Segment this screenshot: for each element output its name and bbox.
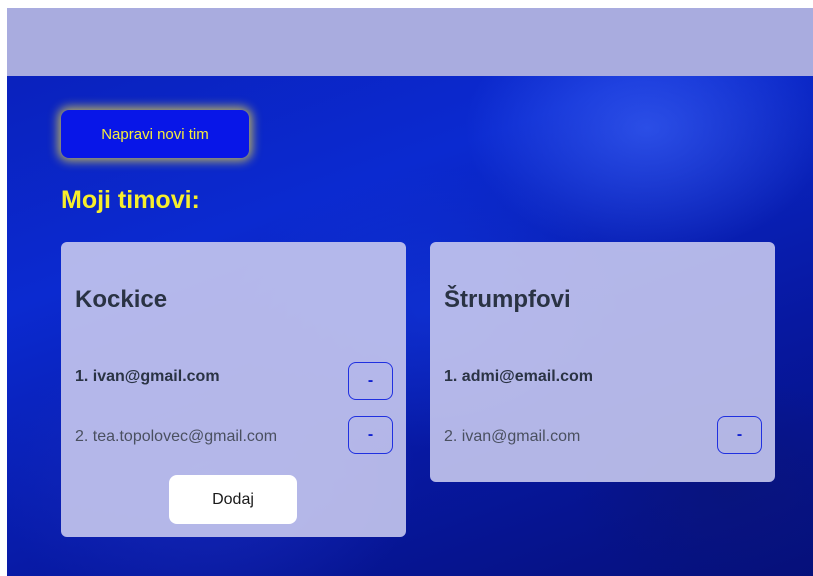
- team-card-strumpfovi: Štrumpfovi 1. admi@email.com 2. ivan@gma…: [430, 242, 775, 482]
- add-member-button[interactable]: Dodaj: [169, 475, 297, 524]
- top-navbar: [7, 8, 813, 76]
- my-teams-heading: Moji timovi:: [61, 186, 200, 214]
- create-new-team-button[interactable]: Napravi novi tim: [61, 110, 249, 158]
- team-card-kockice: Kockice 1. ivan@gmail.com - 2. tea.topol…: [61, 242, 406, 537]
- team-member-1: 1. ivan@gmail.com: [75, 368, 220, 385]
- remove-member-button[interactable]: -: [717, 416, 762, 454]
- team-member-2: 2. tea.topolovec@gmail.com: [75, 428, 278, 445]
- team-member-2: 2. ivan@gmail.com: [444, 428, 581, 445]
- remove-member-button[interactable]: -: [348, 362, 393, 400]
- team-name: Kockice: [75, 286, 168, 313]
- remove-member-button[interactable]: -: [348, 416, 393, 454]
- team-member-1: 1. admi@email.com: [444, 368, 593, 385]
- app-frame: Napravi novi tim Moji timovi: Kockice 1.…: [7, 8, 813, 576]
- team-name: Štrumpfovi: [444, 286, 571, 313]
